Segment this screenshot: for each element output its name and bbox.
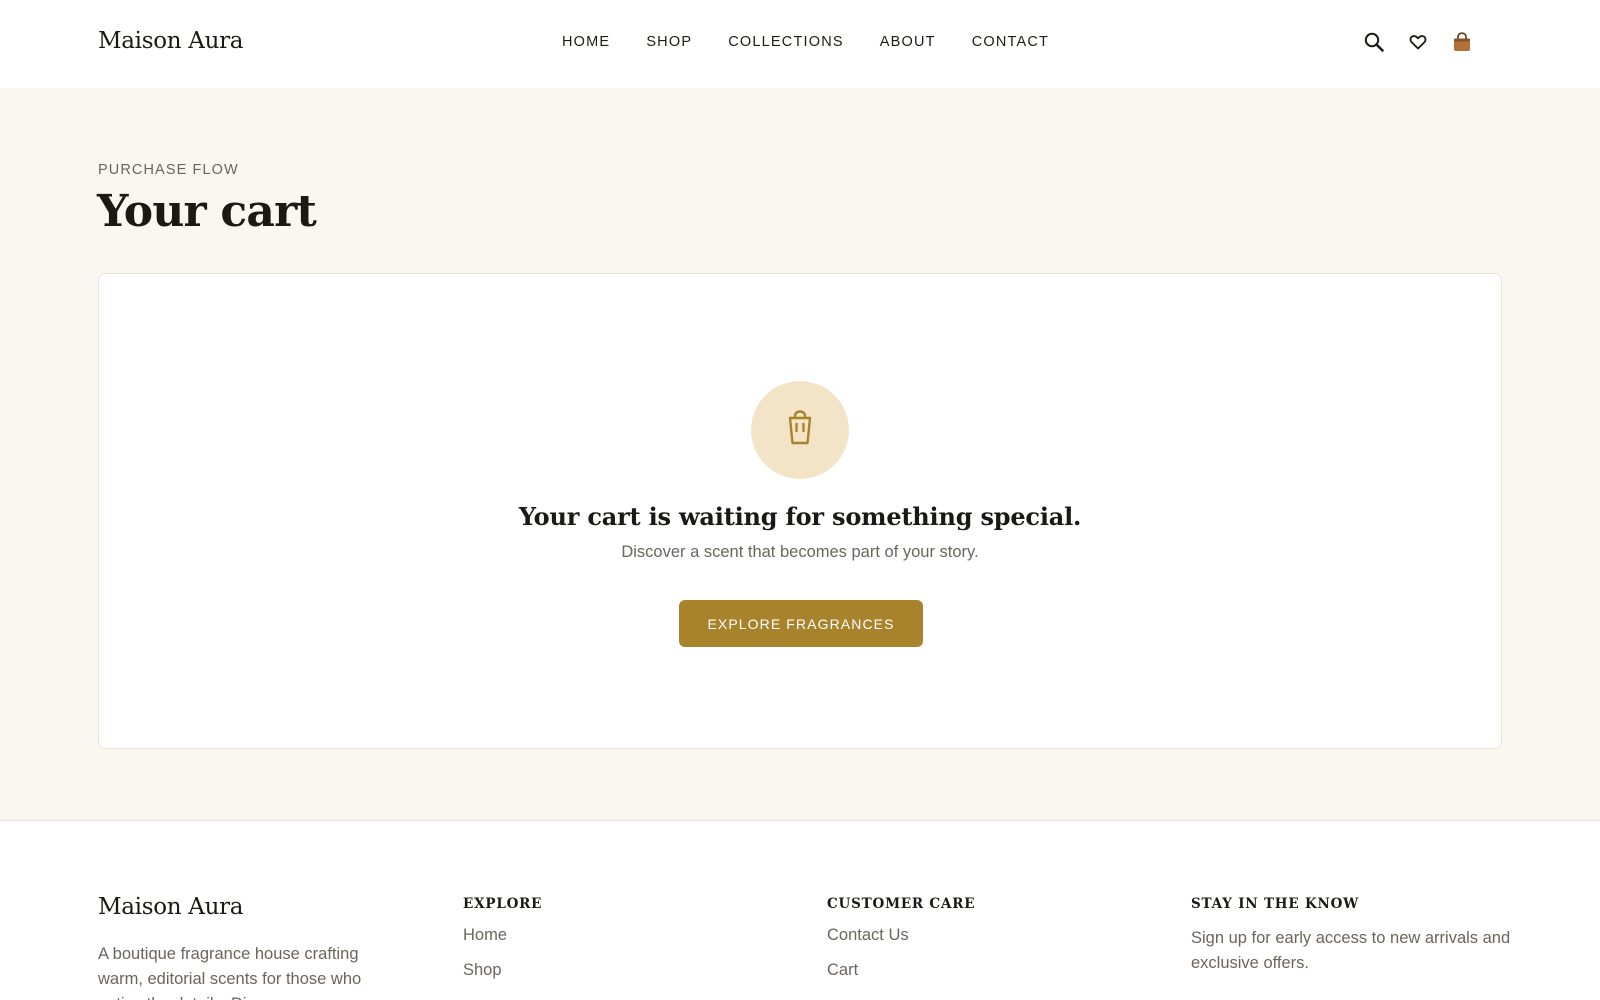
site-header: Maison Aura HOME SHOP COLLECTIONS ABOUT … — [0, 0, 1600, 88]
footer-heading: EXPLORE — [463, 896, 543, 912]
footer-column-newsletter: STAY IN THE KNOW Sign up for early acces… — [1191, 896, 1511, 976]
heart-icon[interactable] — [1406, 30, 1430, 54]
page-title: Your cart — [97, 186, 317, 237]
empty-cart-card: Your cart is waiting for something speci… — [98, 273, 1502, 749]
eyebrow-label: PURCHASE FLOW — [98, 162, 239, 178]
shopping-bag-icon[interactable] — [1450, 30, 1474, 54]
footer-link-shop[interactable]: Shop — [463, 961, 542, 980]
footer-brand[interactable]: Maison Aura — [98, 894, 244, 920]
nav-collections[interactable]: COLLECTIONS — [728, 34, 844, 50]
footer-column-explore: EXPLORE Home Shop — [463, 896, 542, 996]
nav-about[interactable]: ABOUT — [880, 34, 936, 50]
shopping-bag-icon — [784, 409, 816, 452]
cart-page: PURCHASE FLOW Your cart Your cart is wai… — [0, 88, 1600, 821]
search-icon[interactable] — [1362, 30, 1386, 54]
footer-heading: CUSTOMER CARE — [827, 896, 976, 912]
footer-description: A boutique fragrance house crafting warm… — [98, 945, 362, 1000]
footer-link-contact-us[interactable]: Contact Us — [827, 926, 975, 945]
site-footer: Maison Aura A boutique fragrance house c… — [0, 822, 1600, 1000]
header-actions — [1362, 30, 1474, 54]
footer-link-cart[interactable]: Cart — [827, 961, 975, 980]
explore-fragrances-button[interactable]: EXPLORE FRAGRANCES — [679, 600, 923, 647]
newsletter-text: Sign up for early access to new arrivals… — [1191, 929, 1511, 972]
nav-shop[interactable]: SHOP — [646, 34, 692, 50]
empty-cart-badge — [751, 381, 849, 479]
empty-cart-title: Your cart is waiting for something speci… — [518, 502, 1082, 531]
empty-cart-subtitle: Discover a scent that becomes part of yo… — [621, 543, 979, 561]
footer-link-home[interactable]: Home — [463, 926, 542, 945]
footer-column-customer-care: CUSTOMER CARE Contact Us Cart — [827, 896, 975, 996]
brand-logo[interactable]: Maison Aura — [98, 28, 244, 54]
nav-home[interactable]: HOME — [562, 34, 610, 50]
footer-heading: STAY IN THE KNOW — [1191, 896, 1360, 912]
main-nav: HOME SHOP COLLECTIONS ABOUT CONTACT — [562, 34, 1049, 50]
nav-contact[interactable]: CONTACT — [972, 34, 1049, 50]
